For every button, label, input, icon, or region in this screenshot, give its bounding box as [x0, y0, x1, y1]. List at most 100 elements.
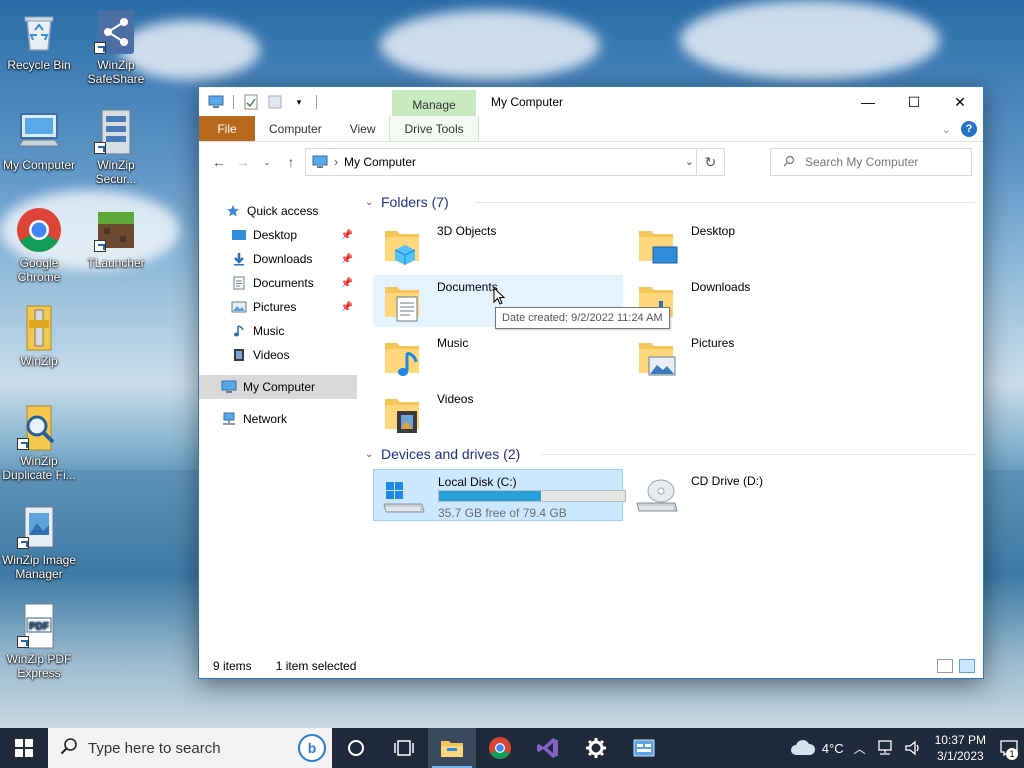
- desktop-icon-google-chrome[interactable]: Google Chrome: [1, 206, 77, 284]
- folder-3d-objects[interactable]: 3D Objects: [373, 219, 623, 271]
- clock[interactable]: 10:37 PM 3/1/2023: [927, 732, 994, 764]
- folders-group-header[interactable]: ⌄ Folders (7): [365, 187, 975, 217]
- desktop-icon-tlauncher[interactable]: TLauncher: [78, 206, 154, 270]
- tab-file[interactable]: File: [199, 116, 255, 141]
- address-bar[interactable]: › My Computer ⌄ ↻: [305, 148, 725, 176]
- taskbar-visual-studio[interactable]: [524, 728, 572, 768]
- weather-widget[interactable]: 4°C: [785, 728, 849, 768]
- tab-manage[interactable]: Manage: [392, 90, 476, 116]
- nav-item-documents[interactable]: Documents 📌: [199, 271, 357, 295]
- desktop-icon-my-computer[interactable]: My Computer: [1, 108, 77, 172]
- nav-item-desktop[interactable]: Desktop 📌: [199, 223, 357, 247]
- nav-item-network[interactable]: Network: [199, 407, 357, 431]
- folder-music[interactable]: Music: [373, 331, 623, 383]
- tab-view[interactable]: View: [336, 116, 390, 141]
- divider: [541, 454, 975, 455]
- maximize-button[interactable]: ☐: [891, 87, 937, 117]
- desktop-icon-recycle-bin[interactable]: Recycle Bin: [1, 8, 77, 72]
- pin-icon[interactable]: 📌: [341, 230, 353, 241]
- minimize-button[interactable]: —: [845, 87, 891, 117]
- help-icon[interactable]: ?: [961, 121, 977, 137]
- tab-drive-tools[interactable]: Drive Tools: [389, 116, 479, 141]
- chrome-icon: [15, 206, 63, 254]
- music-note-icon: [231, 323, 247, 339]
- desktop-icon-label: Google Chrome: [17, 256, 61, 284]
- control-panel-icon: [633, 739, 655, 757]
- new-folder-icon[interactable]: [266, 93, 284, 111]
- title-bar[interactable]: ▾ Manage My Computer — ☐ ✕: [199, 87, 983, 117]
- pin-icon[interactable]: 📌: [341, 254, 353, 265]
- cloud-icon: [790, 740, 815, 755]
- large-icons-view-icon[interactable]: [959, 659, 975, 673]
- nav-quick-access[interactable]: Quick access: [199, 199, 357, 223]
- show-hidden-icons-button[interactable]: ︿: [849, 728, 871, 768]
- desktop-icon-winzip-safeshare[interactable]: WinZip SafeShare: [78, 8, 154, 86]
- shortcut-arrow-icon: [94, 142, 106, 154]
- properties-icon[interactable]: [242, 93, 260, 111]
- address-dropdown-icon[interactable]: ⌄: [685, 155, 694, 168]
- chevron-down-icon: ⌄: [365, 196, 374, 208]
- 3d-objects-folder-icon: [381, 223, 425, 267]
- close-button[interactable]: ✕: [937, 87, 983, 117]
- nav-label: Documents: [253, 276, 314, 290]
- network-icon: [877, 740, 892, 755]
- pin-icon[interactable]: 📌: [341, 278, 353, 289]
- file-explorer-window: ▾ Manage My Computer — ☐ ✕ File Computer…: [198, 86, 984, 679]
- folder-desktop[interactable]: Desktop: [627, 219, 877, 271]
- action-center-button[interactable]: 1: [994, 728, 1024, 768]
- task-view-button[interactable]: [380, 728, 428, 768]
- star-icon: [225, 203, 241, 219]
- drive-cd-d[interactable]: CD Drive (D:): [627, 469, 877, 521]
- recent-locations-chevron-icon[interactable]: ⌄: [255, 150, 279, 174]
- taskbar-file-explorer[interactable]: [428, 728, 476, 768]
- nav-item-my-computer[interactable]: My Computer: [199, 375, 357, 399]
- winzip-safeshare-icon: [92, 8, 140, 56]
- windows-drive-icon: [382, 474, 426, 518]
- nav-label: Quick access: [247, 204, 319, 218]
- taskbar-app[interactable]: [620, 728, 668, 768]
- computer-icon[interactable]: [207, 93, 225, 111]
- view-toggles: [937, 659, 975, 673]
- drive-name: Local Disk (C:): [438, 475, 517, 489]
- search-input[interactable]: Search My Computer: [770, 148, 972, 176]
- taskbar-chrome[interactable]: [476, 728, 524, 768]
- back-arrow-icon[interactable]: ←: [207, 150, 231, 174]
- bing-icon[interactable]: b: [298, 734, 326, 762]
- folder-name: Music: [437, 336, 469, 350]
- nav-item-downloads[interactable]: Downloads 📌: [199, 247, 357, 271]
- expand-ribbon-icon[interactable]: ⌄: [942, 123, 951, 136]
- details-view-icon[interactable]: [937, 659, 953, 673]
- desktop-icon-winzip-pdf-express[interactable]: PDF WinZip PDF Express: [1, 602, 77, 680]
- folder-pictures[interactable]: Pictures: [627, 331, 877, 383]
- desktop-icon-winzip-secure[interactable]: WinZip Secur...: [78, 108, 154, 186]
- drive-local-disk-c[interactable]: Local Disk (C:) 35.7 GB free of 79.4 GB: [373, 469, 626, 521]
- shortcut-arrow-icon: [17, 636, 29, 648]
- devices-group-header[interactable]: ⌄ Devices and drives (2): [365, 439, 975, 469]
- customize-qat-icon[interactable]: ▾: [290, 93, 308, 111]
- nav-label: Music: [253, 324, 285, 338]
- nav-item-pictures[interactable]: Pictures 📌: [199, 295, 357, 319]
- winzip-image-manager-icon: [15, 503, 63, 551]
- drive-free-space: 35.7 GB free of 79.4 GB: [438, 506, 567, 520]
- taskbar-search-input[interactable]: Type here to search b: [48, 728, 332, 768]
- desktop-icon-winzip-duplicate[interactable]: WinZip Duplicate Fi...: [1, 404, 77, 482]
- taskbar-settings[interactable]: [572, 728, 620, 768]
- breadcrumb-item[interactable]: My Computer: [344, 155, 416, 169]
- nav-item-videos[interactable]: Videos: [199, 343, 357, 367]
- desktop-icon-winzip[interactable]: WinZip: [1, 304, 77, 368]
- network-status[interactable]: [871, 728, 899, 768]
- status-selected-count: 1 item selected: [275, 659, 357, 673]
- refresh-icon[interactable]: ↻: [696, 149, 724, 175]
- start-button[interactable]: [0, 728, 48, 768]
- desktop-icon-winzip-image-manager[interactable]: WinZip Image Manager: [1, 503, 77, 581]
- tab-computer[interactable]: Computer: [255, 116, 336, 141]
- folder-name: Downloads: [691, 280, 751, 294]
- up-arrow-icon[interactable]: ↑: [279, 150, 303, 174]
- nav-item-music[interactable]: Music: [199, 319, 357, 343]
- volume-control[interactable]: [899, 728, 927, 768]
- shortcut-arrow-icon: [17, 537, 29, 549]
- cortana-button[interactable]: [332, 728, 380, 768]
- pin-icon[interactable]: 📌: [341, 302, 353, 313]
- forward-arrow-icon[interactable]: →: [231, 150, 255, 174]
- folder-videos[interactable]: Videos: [373, 387, 623, 439]
